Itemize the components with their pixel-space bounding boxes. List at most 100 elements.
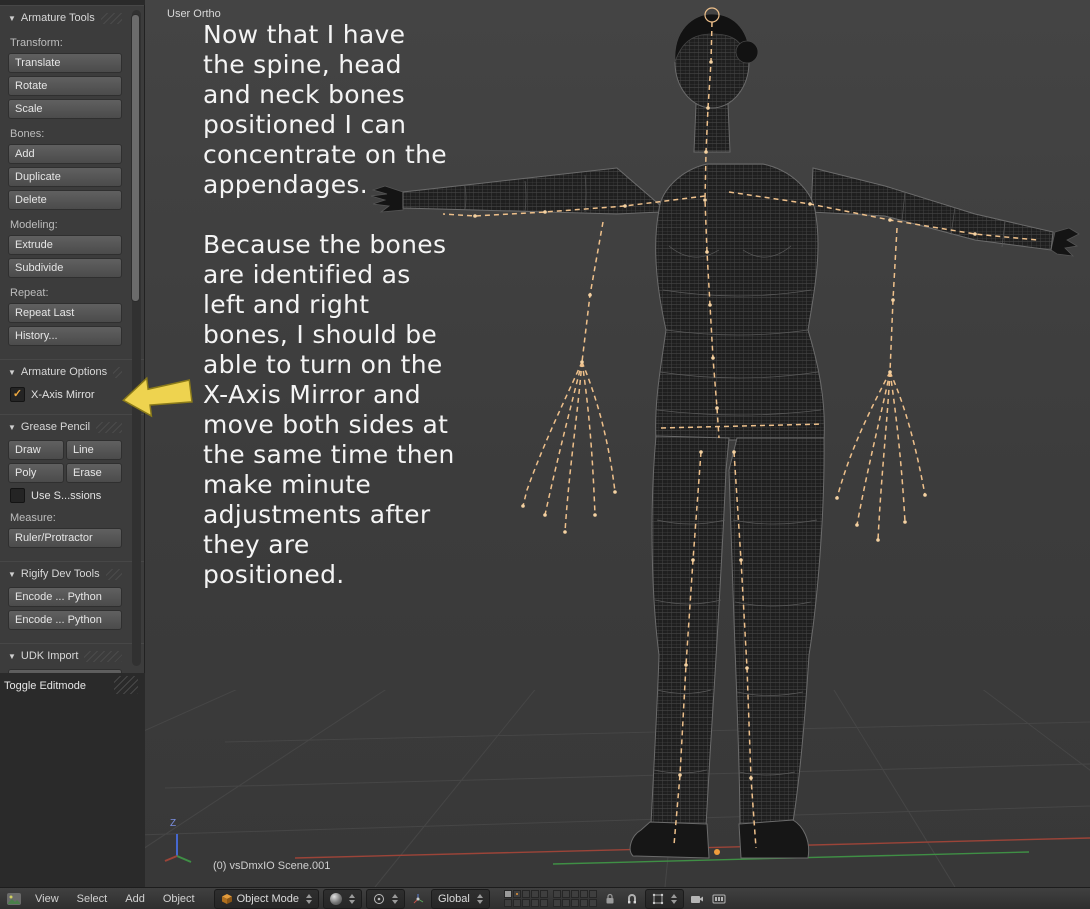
gp-erase-button[interactable]: Erase	[66, 463, 122, 483]
menu-view[interactable]: View	[28, 893, 66, 905]
viewport-shading-selector[interactable]	[322, 888, 362, 909]
layer-toggle[interactable]	[579, 890, 588, 898]
menu-add[interactable]: Add	[118, 893, 152, 905]
panel-header-rigify[interactable]: ▼ Rigify Dev Tools	[8, 564, 122, 584]
layer-toggle[interactable]	[503, 890, 512, 898]
panel-drag-grip[interactable]	[96, 421, 122, 433]
layer-toggle[interactable]	[521, 899, 530, 907]
annotation-text: Now that I have the spine, head and neck…	[203, 20, 503, 620]
layer-toggle[interactable]	[579, 899, 588, 907]
snap-toggle[interactable]	[623, 890, 641, 908]
lock-to-scene-toggle[interactable]	[601, 890, 619, 908]
dropdown-arrows-icon	[348, 893, 355, 904]
pivot-point-icon	[373, 893, 384, 904]
render-camera-icon	[690, 895, 703, 903]
editor-type-button[interactable]	[4, 891, 24, 907]
gizmo-z-label: Z	[170, 818, 177, 829]
layer-toggle[interactable]	[552, 899, 561, 907]
layer-toggle[interactable]	[512, 890, 521, 898]
x-axis-mirror-label: X-Axis Mirror	[31, 388, 95, 401]
delete-button[interactable]: Delete	[8, 190, 122, 210]
layer-toggle[interactable]	[570, 899, 579, 907]
use-sessions-label: Use S...ssions	[31, 489, 102, 502]
gp-line-button[interactable]: Line	[66, 440, 122, 460]
panel-title: Grease Pencil	[20, 421, 91, 433]
panel-rigify-dev-tools: ▼ Rigify Dev Tools Encode ... Python Enc…	[0, 561, 144, 643]
layer-toggle[interactable]	[512, 899, 521, 907]
ruler-protractor-button[interactable]: Ruler/Protractor	[8, 528, 122, 548]
panel-title: UDK Import	[20, 650, 79, 662]
layer-toggle[interactable]	[521, 890, 530, 898]
subdivide-button[interactable]: Subdivide	[8, 258, 122, 278]
right-hand	[1050, 227, 1080, 257]
lock-icon	[606, 893, 614, 903]
collapse-triangle-icon: ▼	[8, 422, 16, 432]
layer-toggle[interactable]	[570, 890, 579, 898]
scale-button[interactable]: Scale	[8, 99, 122, 119]
encode-python-button-1[interactable]: Encode ... Python	[8, 587, 122, 607]
panel-drag-grip[interactable]	[84, 650, 122, 662]
use-sessions-checkbox[interactable]: Use S...ssions	[10, 488, 122, 503]
scrollbar-thumb[interactable]	[131, 14, 140, 302]
pivot-point-selector[interactable]	[365, 888, 405, 909]
rotate-button[interactable]: Rotate	[8, 76, 122, 96]
extrude-button[interactable]: Extrude	[8, 235, 122, 255]
dropdown-arrows-icon	[305, 893, 312, 904]
snap-element-icon	[652, 893, 663, 904]
layer-toggle[interactable]	[552, 890, 561, 898]
menu-select[interactable]: Select	[70, 893, 115, 905]
layer-toggle[interactable]	[588, 890, 597, 898]
encode-python-button-2[interactable]: Encode ... Python	[8, 610, 122, 630]
panel-grease-pencil: ▼ Grease Pencil Draw Line Poly Erase Use…	[0, 414, 144, 561]
x-axis-mirror-checkbox[interactable]: ✓ X-Axis Mirror	[10, 387, 122, 402]
layer-toggle[interactable]	[561, 899, 570, 907]
layer-toggle[interactable]	[530, 899, 539, 907]
panel-header-grease-pencil[interactable]: ▼ Grease Pencil	[8, 417, 122, 437]
shading-sphere-icon	[329, 892, 342, 905]
gp-poly-button[interactable]: Poly	[8, 463, 64, 483]
layer-toggle[interactable]	[588, 899, 597, 907]
torso	[655, 163, 825, 441]
duplicate-button[interactable]: Duplicate	[8, 167, 122, 187]
panel-armature-tools: ▼ Armature Tools Transform: Translate Ro…	[0, 5, 144, 359]
region-resize-grip[interactable]	[114, 676, 138, 694]
panel-drag-grip[interactable]	[105, 568, 122, 580]
panel-header-udk-import[interactable]: ▼ UDK Import	[8, 646, 122, 666]
snap-magnet-icon	[627, 893, 636, 903]
repeat-last-button[interactable]: Repeat Last	[8, 303, 122, 323]
layer-toggle[interactable]	[530, 890, 539, 898]
neck	[693, 103, 731, 153]
layer-toggle[interactable]	[561, 890, 570, 898]
layer-toggle[interactable]	[503, 899, 512, 907]
manipulator-toggle[interactable]	[409, 890, 427, 908]
right-leg	[728, 437, 825, 827]
import-psk-path-button[interactable]: Import PSK Path	[8, 669, 122, 673]
dropdown-arrows-icon	[670, 893, 677, 904]
layer-toggle[interactable]	[539, 899, 548, 907]
right-finger-bones	[836, 371, 891, 499]
layer-toggle[interactable]	[539, 890, 548, 898]
panel-title: Rigify Dev Tools	[20, 568, 100, 580]
section-label-bones: Bones:	[10, 128, 45, 140]
add-bone-button[interactable]: Add	[8, 144, 122, 164]
right-shoe	[738, 819, 810, 859]
opengl-render-anim-button[interactable]	[710, 890, 728, 908]
object-origin-dot	[714, 849, 720, 855]
mode-selector[interactable]: Object Mode	[213, 888, 319, 909]
panel-header-armature-tools[interactable]: ▼ Armature Tools	[8, 8, 122, 28]
history-button[interactable]: History...	[8, 326, 122, 346]
panel-drag-grip[interactable]	[100, 12, 122, 24]
panel-header-armature-options[interactable]: ▼ Armature Options	[8, 362, 122, 382]
orientation-selector[interactable]: Global	[430, 888, 490, 909]
gp-draw-button[interactable]: Draw	[8, 440, 64, 460]
left-leg	[650, 435, 730, 827]
collapse-triangle-icon: ▼	[8, 569, 16, 579]
viewport-3d[interactable]: User Ortho Now that I have the spine, he…	[145, 0, 1090, 887]
menu-object[interactable]: Object	[156, 893, 202, 905]
opengl-render-button[interactable]	[688, 890, 706, 908]
section-label-repeat: Repeat:	[10, 287, 49, 299]
tool-shelf-panels: ▼ Armature Tools Transform: Translate Ro…	[0, 5, 145, 673]
section-label-transform: Transform:	[10, 37, 63, 49]
translate-button[interactable]: Translate	[8, 53, 122, 73]
snap-element-selector[interactable]	[644, 888, 684, 909]
